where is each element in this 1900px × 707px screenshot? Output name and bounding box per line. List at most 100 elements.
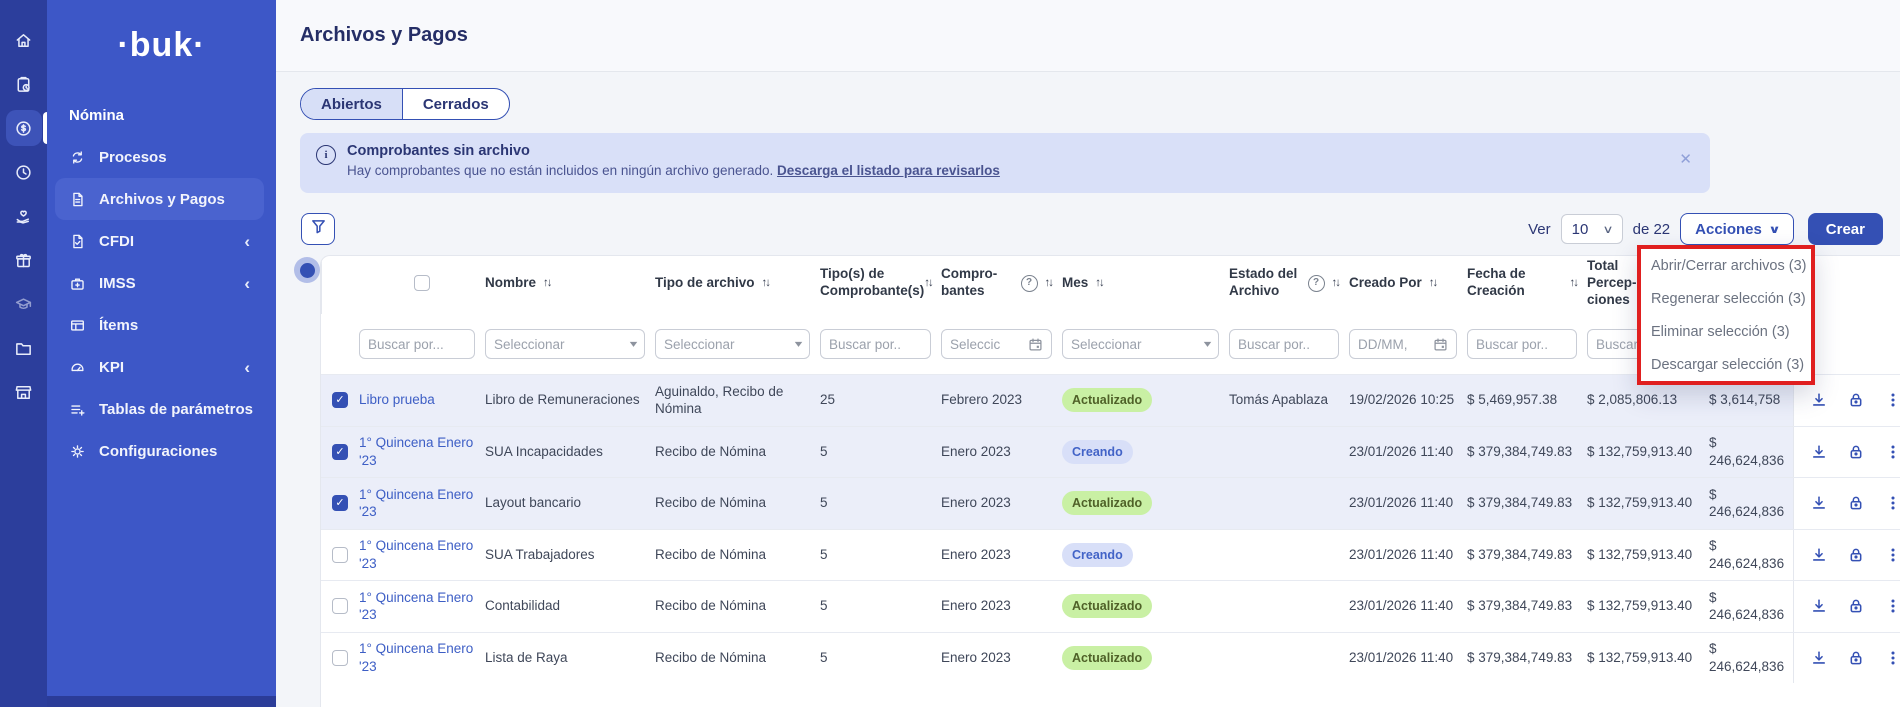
lock-icon[interactable] <box>1847 443 1865 461</box>
filter-select-estado-del-archivo[interactable]: Seleccionar▾ <box>1062 329 1219 359</box>
gear-icon <box>69 443 86 460</box>
rail-hand-heart-icon[interactable] <box>6 198 42 234</box>
tab-cerrados[interactable]: Cerrados <box>402 89 509 119</box>
filter-input-compro-bantes[interactable] <box>820 329 931 359</box>
cell-status: Actualizado <box>1062 594 1229 618</box>
sort-icon[interactable]: ↑↓ <box>1095 276 1103 290</box>
sidebar-item-cfdi[interactable]: CFDI‹ <box>55 220 264 262</box>
sort-icon[interactable]: ↑↓ <box>1570 276 1578 290</box>
sort-icon[interactable]: ↑↓ <box>762 276 770 290</box>
row-checkbox[interactable] <box>332 650 348 666</box>
row-checkbox[interactable]: ✓ <box>332 495 348 511</box>
sidebar-item-configuraciones[interactable]: Configuraciones <box>55 430 264 472</box>
cell-receipts: 5 <box>820 597 941 615</box>
kebab-icon[interactable] <box>1884 649 1900 667</box>
actions-menu-item[interactable]: Descargar selección (3) <box>1641 348 1811 381</box>
rail-home-icon[interactable] <box>6 22 42 58</box>
kebab-icon[interactable] <box>1884 494 1900 512</box>
download-icon[interactable] <box>1810 494 1828 512</box>
kebab-icon[interactable] <box>1884 546 1900 564</box>
sync-icon <box>69 149 86 166</box>
lock-icon[interactable] <box>1847 494 1865 512</box>
rail-payroll-coin-icon[interactable] <box>6 110 42 146</box>
sidebar-item-label: KPI <box>99 359 124 376</box>
column-label: Mes <box>1062 275 1088 292</box>
filter-date-fecha-de-creaci-n[interactable]: DD/MM, <box>1349 329 1457 359</box>
sidebar-item-kpi[interactable]: KPI‹ <box>55 346 264 388</box>
file-name-link[interactable]: 1° Quincena Enero '23 <box>359 435 473 468</box>
filter-input-nombre[interactable] <box>359 329 475 359</box>
kebab-icon[interactable] <box>1884 597 1900 615</box>
download-icon[interactable] <box>1810 391 1828 409</box>
sidebar-item-tablas-de-par-metros[interactable]: Tablas de parámetros <box>55 388 264 430</box>
help-icon[interactable]: ? <box>1308 275 1325 292</box>
chevron-down-icon: ∨ <box>1602 223 1613 236</box>
rail-gift-icon[interactable] <box>6 242 42 278</box>
page-size-select[interactable]: 10 ∨ <box>1561 214 1623 244</box>
lock-icon[interactable] <box>1847 649 1865 667</box>
rail-clipboard-icon[interactable] <box>6 66 42 102</box>
cell-total-net: $ 246,624,836 <box>1709 537 1793 572</box>
lock-icon[interactable] <box>1847 391 1865 409</box>
banner-close-icon[interactable]: ✕ <box>1679 150 1692 168</box>
ver-label: Ver <box>1528 221 1551 238</box>
sidebar-item-label: IMSS <box>99 275 136 292</box>
row-checkbox[interactable] <box>332 547 348 563</box>
rail-clock-icon[interactable] <box>6 154 42 190</box>
rail-folder-icon[interactable] <box>6 330 42 366</box>
sidebar-item--tems[interactable]: Ítems <box>55 304 264 346</box>
rail-graduation-cap-icon[interactable] <box>6 286 42 322</box>
crear-button[interactable]: Crear <box>1808 213 1883 245</box>
file-name-link[interactable]: Libro prueba <box>359 392 435 407</box>
tab-abiertos[interactable]: Abiertos <box>301 89 402 119</box>
filter-input-creado-por[interactable] <box>1229 329 1339 359</box>
download-icon[interactable] <box>1810 443 1828 461</box>
cell-status: Actualizado <box>1062 491 1229 515</box>
cell-month: Enero 2023 <box>941 649 1062 667</box>
file-name-link[interactable]: 1° Quincena Enero '23 <box>359 641 473 674</box>
actions-menu-item[interactable]: Regenerar selección (3) <box>1641 282 1811 315</box>
filter-input-total-percep-ciones[interactable] <box>1467 329 1577 359</box>
column-header-fecha-de-creaci-n: Fecha de Creación↑↓ <box>1467 266 1587 300</box>
filter-button[interactable] <box>301 213 335 245</box>
help-icon[interactable]: ? <box>1021 275 1038 292</box>
file-name-link[interactable]: 1° Quincena Enero '23 <box>359 538 473 571</box>
select-all-checkbox[interactable] <box>414 275 430 291</box>
filter-select-tipo-de-archivo[interactable]: Seleccionar▾ <box>485 329 645 359</box>
kebab-icon[interactable] <box>1884 391 1900 409</box>
rail-storefront-icon[interactable] <box>6 374 42 410</box>
sidebar-item-imss[interactable]: IMSS‹ <box>55 262 264 304</box>
row-actions <box>1793 478 1900 529</box>
row-checkbox[interactable]: ✓ <box>332 392 348 408</box>
actions-menu-item[interactable]: Abrir/Cerrar archivos (3) <box>1641 249 1811 282</box>
row-actions <box>1793 633 1900 684</box>
row-checkbox[interactable]: ✓ <box>332 444 348 460</box>
sort-icon[interactable]: ↑↓ <box>1429 276 1437 290</box>
download-icon[interactable] <box>1810 597 1828 615</box>
lock-icon[interactable] <box>1847 597 1865 615</box>
row-checkbox[interactable] <box>332 598 348 614</box>
sidebar-item-archivos-y-pagos[interactable]: Archivos y Pagos <box>55 178 264 220</box>
cell-total-deductions: $ 132,759,913.40 <box>1587 494 1709 512</box>
banner-download-link[interactable]: Descarga el listado para revisarlos <box>777 163 1000 178</box>
actions-menu-item[interactable]: Eliminar selección (3) <box>1641 315 1811 348</box>
briefcase-plus-icon <box>69 275 86 292</box>
lock-icon[interactable] <box>1847 546 1865 564</box>
download-icon[interactable] <box>1810 546 1828 564</box>
filter-select-tipo-s-de-comprobante-s-[interactable]: Seleccionar▾ <box>655 329 810 359</box>
sort-icon[interactable]: ↑↓ <box>1045 276 1053 290</box>
filter-date-mes[interactable]: Seleccic <box>941 329 1052 359</box>
status-badge: Creando <box>1062 440 1133 464</box>
sort-icon[interactable]: ↑↓ <box>543 276 551 290</box>
sort-icon[interactable]: ↑↓ <box>924 276 932 290</box>
download-icon[interactable] <box>1810 649 1828 667</box>
cell-name: 1° Quincena Enero '23 <box>359 640 485 675</box>
acciones-button[interactable]: Acciones ∨ <box>1680 213 1794 245</box>
sidebar-item-procesos[interactable]: Procesos <box>55 136 264 178</box>
sort-icon[interactable]: ↑↓ <box>1332 276 1340 290</box>
cell-total-net: $ 246,624,836 <box>1709 434 1793 469</box>
sidebar-icon-rail <box>0 0 47 707</box>
kebab-icon[interactable] <box>1884 443 1900 461</box>
file-name-link[interactable]: 1° Quincena Enero '23 <box>359 487 473 520</box>
file-name-link[interactable]: 1° Quincena Enero '23 <box>359 590 473 623</box>
